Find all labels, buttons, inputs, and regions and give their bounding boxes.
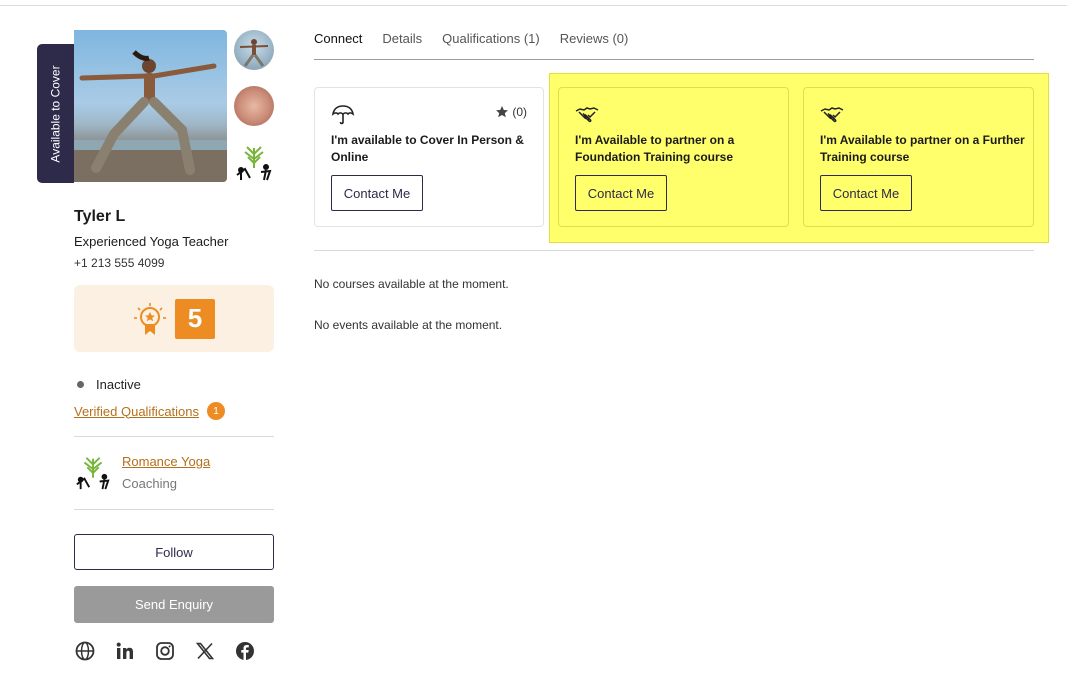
x-icon[interactable] [195, 641, 215, 661]
rating-count: (0) [512, 105, 527, 119]
verified-qualifications: Verified Qualifications 1 [74, 402, 226, 420]
sidebar-divider [74, 436, 274, 437]
social-links [75, 641, 255, 661]
foundation-partner-card: I'm Available to partner on a Foundation… [558, 87, 789, 227]
further-card-title: I'm Available to partner on a Further Tr… [820, 133, 1025, 164]
top-divider [0, 5, 1067, 6]
cover-tab-label: Available to Cover [48, 64, 63, 163]
contact-me-button[interactable]: Contact Me [331, 175, 423, 211]
courses-empty-message: No courses available at the moment. [314, 277, 509, 291]
score-card: 5 [74, 285, 274, 352]
profile-headline: Experienced Yoga Teacher [74, 234, 229, 249]
profile-phone: +1 213 555 4099 [74, 256, 165, 270]
star-icon [496, 106, 509, 118]
profile-name: Tyler L [74, 208, 126, 225]
profile-photo[interactable] [74, 30, 227, 182]
available-to-cover-tab[interactable]: Available to Cover [37, 44, 74, 183]
events-empty-message: No events available at the moment. [314, 318, 503, 332]
tab-qualifications[interactable]: Qualifications (1) [442, 31, 540, 46]
send-enquiry-button[interactable]: Send Enquiry [74, 586, 274, 623]
cover-card: (0) I'm available to Cover In Person & O… [314, 87, 544, 227]
organisation-logo[interactable] [74, 453, 112, 491]
contact-me-button[interactable]: Contact Me [575, 175, 667, 211]
contact-me-button[interactable]: Contact Me [820, 175, 912, 211]
foundation-card-title: I'm Available to partner on a Foundation… [575, 133, 735, 164]
umbrella-icon [331, 105, 355, 125]
handshake-icon [820, 107, 844, 123]
profile-tabs: Connect Details Qualifications (1) Revie… [314, 31, 628, 46]
gallery-thumbnail-2[interactable] [234, 86, 274, 126]
gallery-thumbnail-3[interactable] [234, 142, 274, 182]
yoga-thumbnail-image [239, 39, 269, 67]
cover-card-title: I'm available to Cover In Person & Onlin… [331, 133, 524, 164]
score-value: 5 [175, 298, 215, 339]
status-indicator: Inactive [77, 377, 141, 392]
linkedin-icon[interactable] [115, 641, 135, 661]
tab-connect[interactable]: Connect [314, 31, 362, 46]
tree-yoga-logo-image [236, 146, 272, 181]
facebook-icon[interactable] [235, 641, 255, 661]
follow-button[interactable]: Follow [74, 534, 274, 570]
globe-icon[interactable] [75, 641, 95, 661]
verified-qualifications-link[interactable]: Verified Qualifications [74, 404, 199, 419]
verified-count-badge: 1 [207, 402, 226, 420]
award-ribbon-icon [134, 302, 166, 335]
further-partner-card: I'm Available to partner on a Further Tr… [803, 87, 1034, 227]
status-dot-icon [77, 381, 84, 388]
tab-reviews[interactable]: Reviews (0) [560, 31, 629, 46]
instagram-icon[interactable] [155, 641, 175, 661]
organisation-name-link[interactable]: Romance Yoga [122, 454, 210, 469]
tabs-divider [314, 59, 1034, 60]
tree-yoga-logo-image [76, 457, 110, 490]
gallery-thumbnail-1[interactable] [234, 30, 274, 70]
status-text: Inactive [96, 377, 141, 392]
yoga-pose-photo [74, 50, 227, 182]
organisation-type: Coaching [122, 476, 177, 491]
sidebar-divider [74, 509, 274, 510]
content-divider [314, 250, 1034, 251]
cover-rating: (0) [495, 105, 527, 119]
tab-details[interactable]: Details [382, 31, 422, 46]
handshake-icon [575, 107, 599, 123]
